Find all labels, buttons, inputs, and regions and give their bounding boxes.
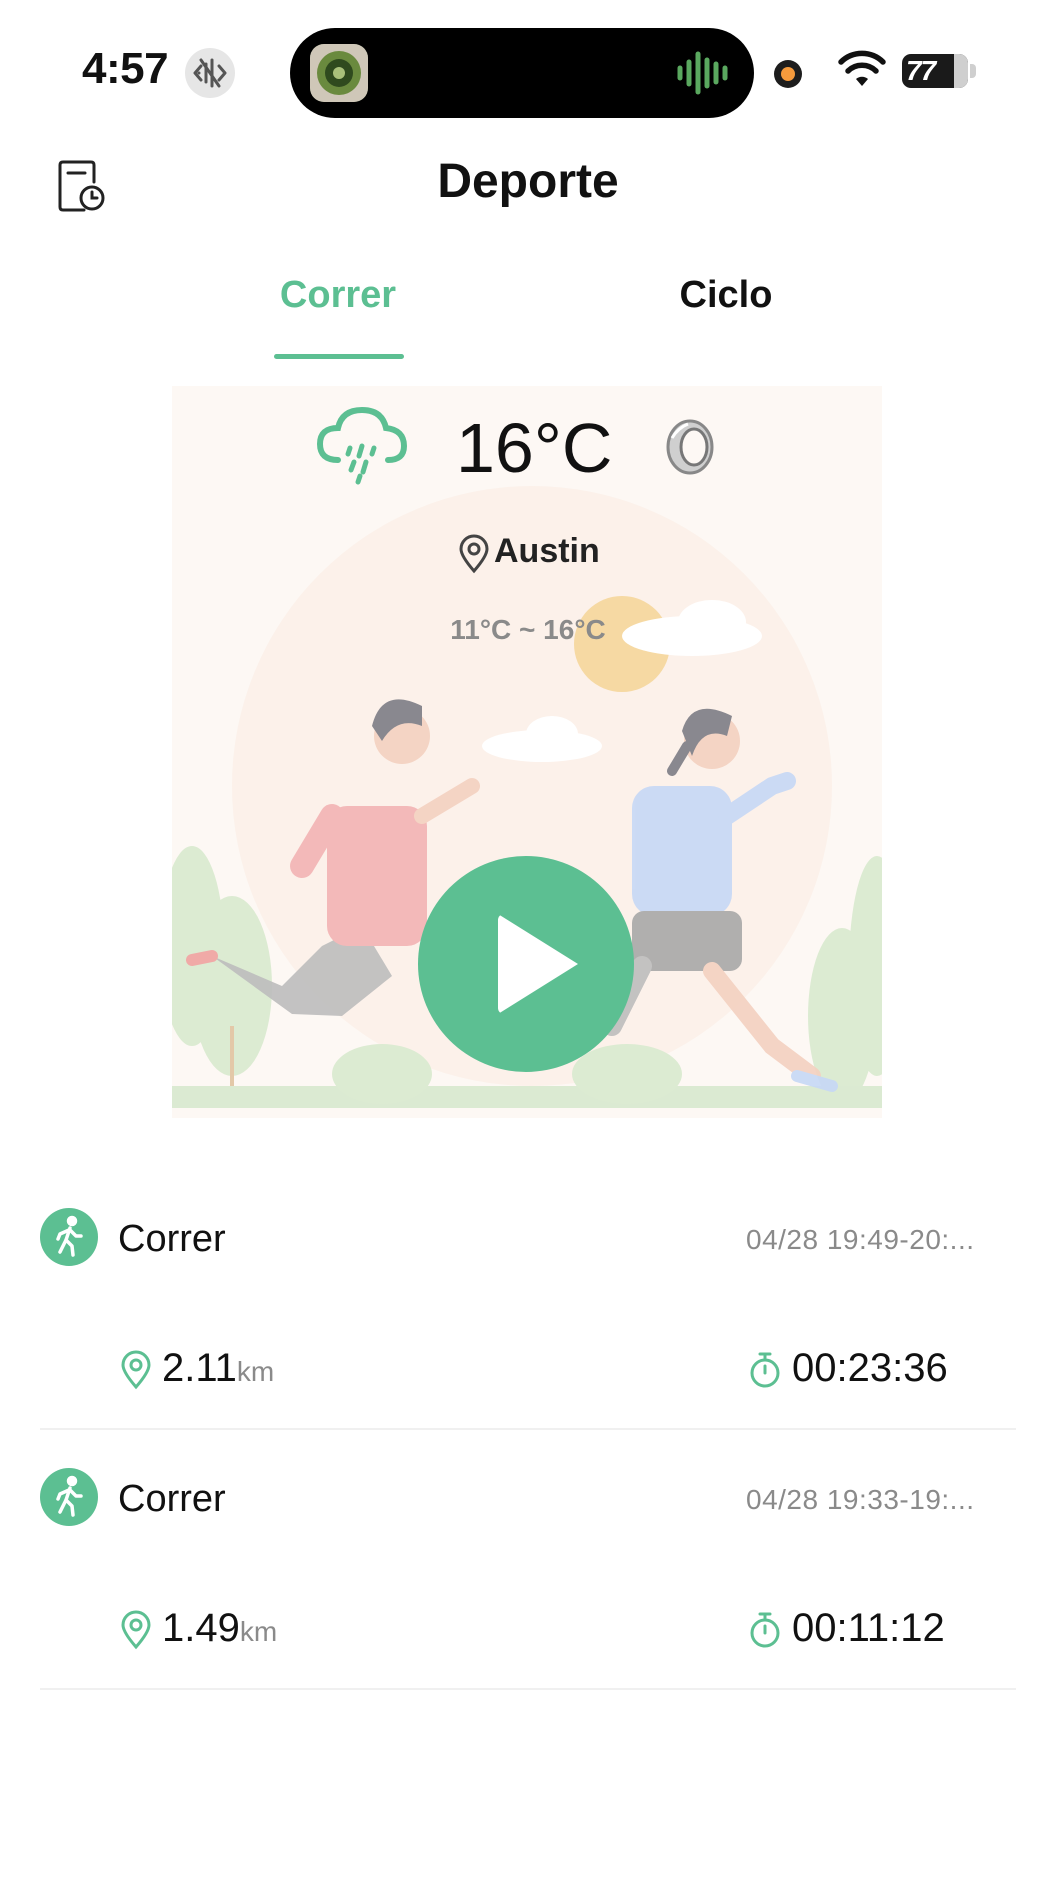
- distance-unit: km: [239, 1616, 278, 1647]
- stopwatch-icon: [748, 1610, 782, 1655]
- activity-date: 04/28 19:33-19:...: [746, 1484, 975, 1515]
- page-title: Deporte: [437, 155, 619, 208]
- list-divider: [40, 1428, 1016, 1430]
- distance-pin-icon: [120, 1610, 152, 1655]
- running-icon: [40, 1208, 98, 1266]
- now-playing-artwork-icon: [310, 44, 368, 102]
- rain-cloud-icon: [316, 404, 408, 493]
- activity-date: 04/28 19:49-20:...: [746, 1224, 975, 1255]
- play-icon: [498, 914, 578, 1014]
- battery-tip: [970, 64, 976, 78]
- tab-ciclo[interactable]: Ciclo: [576, 274, 876, 317]
- wifi-icon: [838, 50, 886, 95]
- temperature-range: 11°C ~ 16°C: [450, 614, 606, 645]
- distance-value: 1.49: [162, 1606, 240, 1650]
- activity-distance: 2.11km: [162, 1346, 274, 1391]
- sound-wave-icon: [676, 50, 732, 101]
- location-city: Austin: [494, 532, 600, 570]
- status-time: 4:57: [82, 44, 169, 93]
- activity-duration: 00:23:36: [792, 1346, 948, 1390]
- location-pin-icon: [458, 534, 490, 579]
- distance-value: 2.11: [162, 1346, 237, 1390]
- activity-duration: 00:11:12: [792, 1606, 945, 1650]
- start-workout-button[interactable]: [418, 856, 634, 1072]
- smart-ring-icon[interactable]: [664, 418, 716, 481]
- tab-correr[interactable]: Correr: [188, 274, 488, 317]
- current-temperature: 16°C: [456, 409, 613, 487]
- distance-unit: km: [236, 1356, 275, 1387]
- battery-icon: 77: [902, 54, 968, 88]
- activity-distance: 1.49km: [162, 1606, 277, 1651]
- activity-name: Correr: [118, 1218, 226, 1260]
- battery-level: 77: [906, 55, 936, 86]
- activity-name: Correr: [118, 1478, 226, 1520]
- stopwatch-icon: [748, 1350, 782, 1395]
- running-icon: [40, 1468, 98, 1526]
- distance-pin-icon: [120, 1350, 152, 1395]
- active-tab-indicator: [274, 354, 404, 359]
- mute-icon: [185, 48, 235, 98]
- list-divider: [40, 1688, 1016, 1690]
- recording-dot-center: [781, 67, 795, 81]
